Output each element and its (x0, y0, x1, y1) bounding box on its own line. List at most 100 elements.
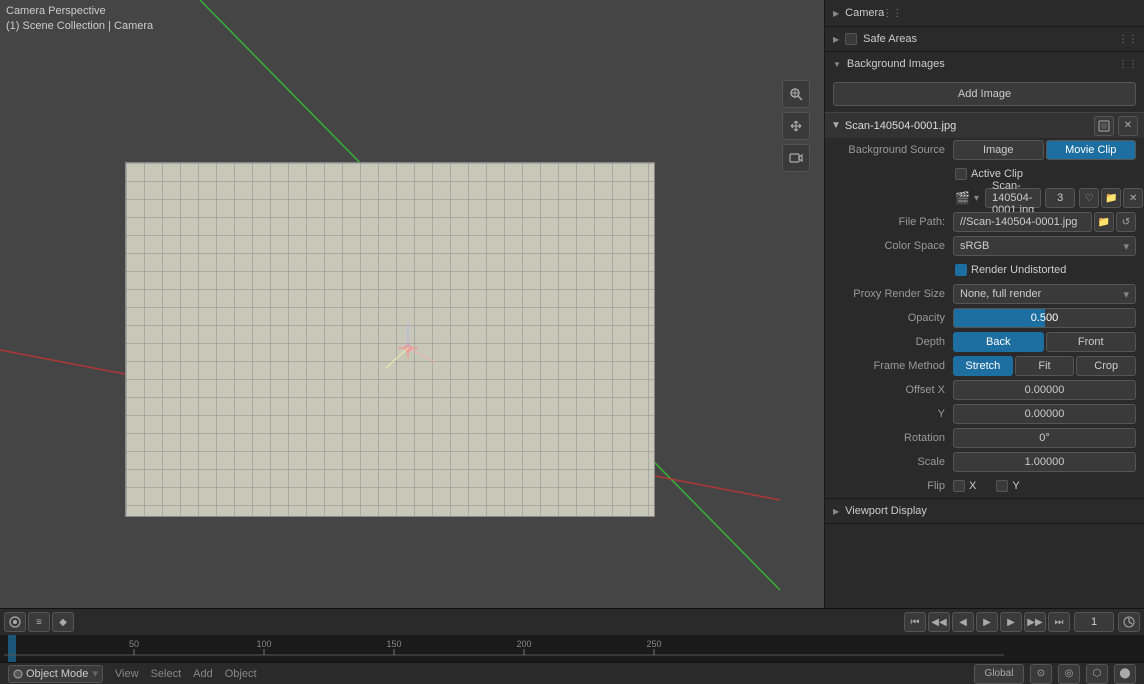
pan-tool[interactable] (782, 112, 810, 140)
proxy-dropdown[interactable]: None, full render (953, 284, 1136, 304)
play-btn[interactable]: ▶ (976, 612, 998, 632)
scale-row: Scale 1.00000 (825, 450, 1144, 474)
scale-value[interactable]: 1.00000 (953, 452, 1136, 472)
image-item-actions: ✕ (1094, 116, 1138, 136)
current-frame[interactable]: 1 (1074, 612, 1114, 632)
mode-select[interactable]: Object Mode ▾ (8, 665, 103, 683)
frame-crop-btn[interactable]: Crop (1076, 356, 1136, 376)
frame-stretch-btn[interactable]: Stretch (953, 356, 1013, 376)
view-menu[interactable]: View (115, 668, 139, 680)
camera-expand-icon (833, 7, 839, 19)
viewport-shade-btn[interactable]: ⬤ (1114, 664, 1136, 684)
prev-keyframe-btn[interactable]: ◀ (952, 612, 974, 632)
image-render-icon[interactable] (1094, 116, 1114, 136)
image-close-icon[interactable]: ✕ (1118, 116, 1138, 136)
viewport-display-section: Viewport Display (825, 499, 1144, 524)
colorspace-row: Color Space sRGB (825, 234, 1144, 258)
timeline-menu-btn[interactable] (4, 612, 26, 632)
svg-text:100: 100 (256, 639, 271, 649)
offset-x-row: Offset X 0.00000 (825, 378, 1144, 402)
global-orient-btn[interactable]: Global (974, 664, 1024, 684)
add-menu[interactable]: Add (193, 668, 213, 680)
prev-frame-btn[interactable]: ◀◀ (928, 612, 950, 632)
clip-number[interactable]: 3 (1045, 188, 1075, 208)
jump-start-btn[interactable]: ⏮ (904, 612, 926, 632)
safe-areas-section: Safe Areas ⋮⋮ (825, 27, 1144, 52)
select-menu[interactable]: Select (151, 668, 182, 680)
clip-selector: 🎬 ▾ Scan-140504-0001.jpg 3 ♡ 📁 ✕ (953, 188, 1143, 208)
opacity-slider[interactable]: 0.500 (953, 308, 1136, 328)
flip-x-checkbox[interactable] (953, 480, 965, 492)
image-item: ▼ Scan-140504-0001.jpg ✕ Bac (825, 112, 1144, 498)
camera-view-tool[interactable] (782, 144, 810, 172)
camera-frame (125, 162, 655, 517)
timeline-marker-btn[interactable]: ◆ (52, 612, 74, 632)
opacity-value: 0.500 (954, 309, 1135, 327)
timeline-fps-btn[interactable] (1118, 612, 1140, 632)
vp-display-expand-icon (833, 505, 839, 517)
scale-label: Scale (833, 456, 953, 468)
zoom-tool[interactable] (782, 80, 810, 108)
overlay-btn[interactable]: ◎ (1058, 664, 1080, 684)
clip-close-icon[interactable]: ✕ (1123, 188, 1143, 208)
active-clip-checkbox[interactable] (955, 168, 967, 180)
source-image-btn[interactable]: Image (953, 140, 1044, 160)
timeline-list-btn[interactable]: ≡ (28, 612, 50, 632)
image-item-expand[interactable]: ▼ (831, 120, 841, 131)
timeline-bar: ≡ ◆ ⏮ ◀◀ ◀ ▶ ▶ ▶▶ ⏭ 1 50 (0, 608, 1144, 662)
clip-folder-icon[interactable]: 📁 (1101, 188, 1121, 208)
clip-dropdown[interactable]: Scan-140504-0001.jpg (985, 188, 1041, 208)
safe-areas-checkbox[interactable] (845, 33, 857, 45)
ruler-svg: 50 100 150 200 250 (4, 635, 1140, 662)
camera-menu-icon[interactable]: ⋮⋮ (884, 5, 900, 21)
frame-method-buttons: Stretch Fit Crop (953, 356, 1136, 376)
clip-heart-icon[interactable]: ♡ (1079, 188, 1099, 208)
render-undistorted-row: Render Undistorted (825, 258, 1144, 282)
next-frame-btn[interactable]: ▶▶ (1024, 612, 1046, 632)
image-item-name: Scan-140504-0001.jpg (845, 120, 1094, 132)
background-images-header[interactable]: Background Images ⋮⋮ (825, 52, 1144, 76)
filepath-reload-icon[interactable]: ↺ (1116, 212, 1136, 232)
bg-images-menu-icon[interactable]: ⋮⋮ (1120, 56, 1136, 72)
svg-text:150: 150 (386, 639, 401, 649)
viewport-title-line1: Camera Perspective (6, 4, 153, 19)
flip-y-checkbox[interactable] (996, 480, 1008, 492)
viewport-header: Camera Perspective (1) Scene Collection … (6, 4, 153, 35)
safe-areas-header[interactable]: Safe Areas ⋮⋮ (825, 27, 1144, 51)
filepath-browse-icon[interactable]: 📁 (1094, 212, 1114, 232)
rotation-label: Rotation (833, 432, 953, 444)
object-menu[interactable]: Object (225, 668, 257, 680)
frame-fit-btn[interactable]: Fit (1015, 356, 1075, 376)
bg-source-row: Background Source Image Movie Clip (825, 138, 1144, 162)
render-undistorted-checkbox[interactable] (955, 264, 967, 276)
active-clip-checkbox-item[interactable]: Active Clip (955, 168, 1023, 180)
flip-x-item[interactable]: X (953, 480, 976, 492)
depth-buttons: Back Front (953, 332, 1136, 352)
offset-y-value[interactable]: 0.00000 (953, 404, 1136, 424)
add-image-button[interactable]: Add Image (833, 82, 1136, 106)
flip-label: Flip (833, 480, 953, 492)
depth-front-btn[interactable]: Front (1046, 332, 1137, 352)
depth-back-btn[interactable]: Back (953, 332, 1044, 352)
snap-btn[interactable]: ⊙ (1030, 664, 1052, 684)
source-movie-btn[interactable]: Movie Clip (1046, 140, 1137, 160)
render-undistorted-item[interactable]: Render Undistorted (955, 264, 1066, 276)
offset-x-value[interactable]: 0.00000 (953, 380, 1136, 400)
svg-text:250: 250 (646, 639, 661, 649)
frame-method-label: Frame Method (833, 360, 953, 372)
jump-end-btn[interactable]: ⏭ (1048, 612, 1070, 632)
safe-areas-menu-icon[interactable]: ⋮⋮ (1120, 31, 1136, 47)
next-keyframe-btn[interactable]: ▶ (1000, 612, 1022, 632)
camera-section-header[interactable]: Camera ⋮⋮ (825, 0, 1144, 26)
frame-method-row: Frame Method Stretch Fit Crop (825, 354, 1144, 378)
filepath-value[interactable]: //Scan-140504-0001.jpg (953, 212, 1092, 232)
colorspace-dropdown[interactable]: sRGB (953, 236, 1136, 256)
viewport-display-header[interactable]: Viewport Display (825, 499, 1144, 523)
depth-row: Depth Back Front (825, 330, 1144, 354)
rotation-value[interactable]: 0° (953, 428, 1136, 448)
xray-btn[interactable]: ⬡ (1086, 664, 1108, 684)
flip-y-item[interactable]: Y (996, 480, 1019, 492)
timeline-ruler[interactable]: 50 100 150 200 250 (0, 635, 1144, 662)
offset-y-row: Y 0.00000 (825, 402, 1144, 426)
colorspace-label: Color Space (833, 240, 953, 252)
